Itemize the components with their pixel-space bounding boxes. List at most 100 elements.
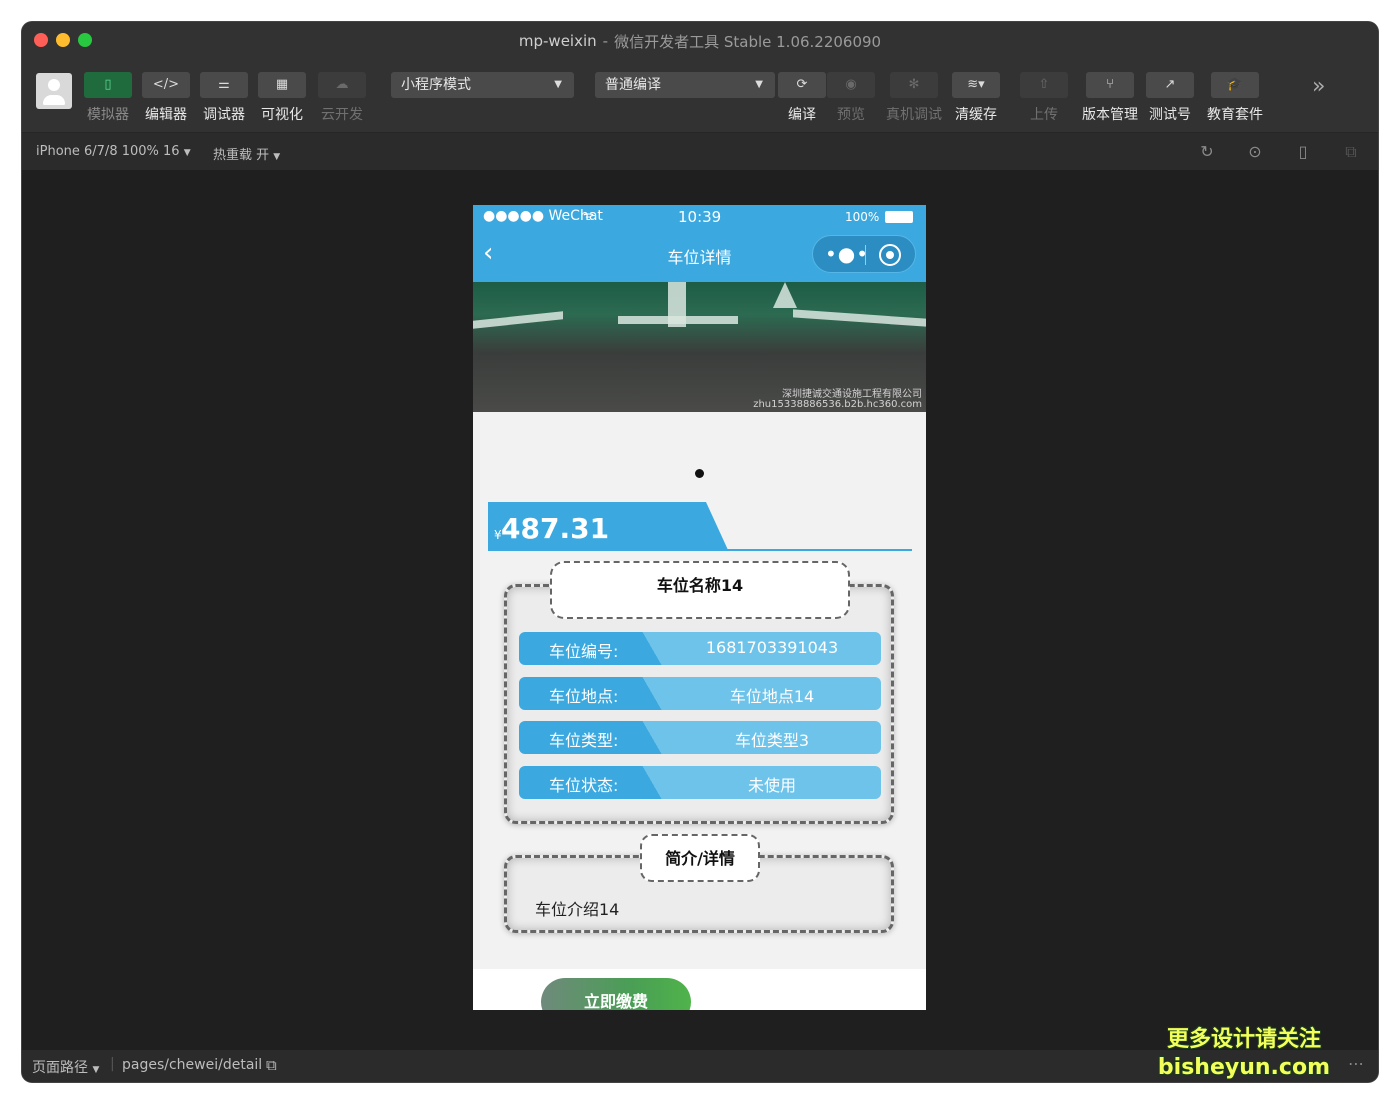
rotate-icon[interactable]: ↻ bbox=[1198, 143, 1216, 161]
window-controls bbox=[34, 33, 92, 47]
more-chevrons-icon[interactable]: » bbox=[1312, 74, 1325, 99]
phone-status-bar: ●●●●● WeChat ᯤ 10:39 100% bbox=[473, 205, 926, 227]
simulator-button[interactable]: ▯ 模拟器 bbox=[84, 72, 132, 124]
phone-outline-icon[interactable]: ▯ bbox=[1294, 143, 1312, 161]
parking-arrow bbox=[773, 282, 797, 308]
copy-icon[interactable]: ⧉ bbox=[266, 1056, 277, 1074]
compile-mode-select[interactable]: 普通编译 ▼ bbox=[595, 72, 775, 98]
devtools-window: mp-weixin - 微信开发者工具 Stable 1.06.2206090 … bbox=[22, 22, 1378, 1082]
user-avatar[interactable] bbox=[36, 73, 72, 109]
preview-label: 预览 bbox=[837, 107, 865, 123]
field-key: 车位编号: bbox=[549, 642, 619, 661]
carousel-dot[interactable] bbox=[695, 469, 704, 478]
bug-icon: ✻ bbox=[890, 72, 938, 98]
clock-text: 10:39 bbox=[678, 208, 722, 226]
debugger-label: 调试器 bbox=[203, 107, 245, 123]
field-value: 车位地点14 bbox=[729, 687, 815, 706]
intro-text: 车位介绍14 bbox=[535, 900, 620, 919]
promo-line: bisheyun.com bbox=[1157, 1055, 1330, 1080]
hot-reload-value: 热重载 开 bbox=[213, 148, 270, 163]
phone-nav-bar: ‹ 车位详情 •●• bbox=[473, 227, 926, 282]
banner-watermark: 深圳捷诚交通设施工程有限公司 zhu15338886536.b2b.hc360.… bbox=[753, 390, 922, 410]
spot-name: 车位名称14 bbox=[656, 576, 744, 595]
remote-debug-button[interactable]: ✻ 真机调试 bbox=[886, 72, 942, 124]
compile-button[interactable]: ⟳ 编译 bbox=[778, 72, 826, 124]
compile-mode-value: 普通编译 bbox=[605, 77, 661, 93]
zoom-window-button[interactable] bbox=[78, 33, 92, 47]
editor-button[interactable]: </> 编辑器 bbox=[142, 72, 190, 124]
clear-cache-button[interactable]: ≋▾ 清缓存 bbox=[952, 72, 1000, 124]
more-dots-icon[interactable]: •●• bbox=[825, 242, 869, 266]
layers-icon: ≋▾ bbox=[952, 72, 1000, 98]
education-button[interactable]: 🎓 教育套件 bbox=[1207, 72, 1263, 124]
test-account-button[interactable]: ↗ 测试号 bbox=[1146, 72, 1194, 124]
cloud-icon: ☁ bbox=[318, 72, 366, 98]
record-icon[interactable]: ⊙ bbox=[1246, 143, 1264, 161]
remote-debug-label: 真机调试 bbox=[886, 107, 942, 123]
capsule-divider bbox=[865, 245, 866, 265]
upload-button[interactable]: ⇧ 上传 bbox=[1020, 72, 1068, 124]
field-value: 1681703391043 bbox=[705, 638, 839, 657]
external-link-icon: ↗ bbox=[1146, 72, 1194, 98]
editor-label: 编辑器 bbox=[145, 107, 187, 123]
field-row-location: 车位地点: 车位地点14 bbox=[519, 677, 881, 710]
sliders-icon: ⚌ bbox=[200, 72, 248, 98]
device-select-value: iPhone 6/7/8 100% 16 bbox=[36, 144, 180, 159]
field-row-type: 车位类型: 车位类型3 bbox=[519, 721, 881, 754]
close-target-icon[interactable] bbox=[879, 244, 901, 266]
field-value: 车位类型3 bbox=[734, 731, 810, 750]
version-label: 版本管理 bbox=[1082, 107, 1138, 123]
battery-percent: 100% bbox=[845, 210, 880, 224]
caret-down-icon: ▼ bbox=[755, 79, 763, 90]
phone-icon: ▯ bbox=[84, 72, 132, 98]
caret-down-icon: ▼ bbox=[183, 148, 191, 158]
field-row-status: 车位状态: 未使用 bbox=[519, 766, 881, 799]
branch-icon: ⑂ bbox=[1086, 72, 1134, 98]
device-select[interactable]: iPhone 6/7/8 100% 16 ▼ bbox=[36, 144, 191, 159]
eye-icon: ◉ bbox=[827, 72, 875, 98]
simulator-label: 模拟器 bbox=[87, 107, 129, 123]
education-label: 教育套件 bbox=[1207, 107, 1263, 123]
phone-simulator: ●●●●● WeChat ᯤ 10:39 100% ‹ 车位详情 •●• 深圳捷… bbox=[473, 205, 926, 1010]
visual-button[interactable]: ▦ 可视化 bbox=[258, 72, 306, 124]
mode-select-value: 小程序模式 bbox=[401, 77, 471, 93]
intro-title: 简介/详情 bbox=[665, 849, 735, 868]
upload-icon: ⇧ bbox=[1020, 72, 1068, 98]
parking-banner-image[interactable]: 深圳捷诚交通设施工程有限公司 zhu15338886536.b2b.hc360.… bbox=[473, 282, 926, 412]
cloud-button[interactable]: ☁ 云开发 bbox=[318, 72, 366, 124]
version-button[interactable]: ⑂ 版本管理 bbox=[1082, 72, 1138, 124]
code-icon: </> bbox=[142, 72, 190, 98]
page-path-select[interactable]: 页面路径 ▼ bbox=[32, 1057, 99, 1077]
caret-down-icon: ▼ bbox=[273, 152, 281, 162]
preview-button[interactable]: ◉ 预览 bbox=[827, 72, 875, 124]
debugger-button[interactable]: ⚌ 调试器 bbox=[200, 72, 248, 124]
miniprogram-capsule: •●• bbox=[812, 235, 916, 273]
graduation-cap-icon: 🎓 bbox=[1211, 72, 1259, 98]
pay-now-button[interactable]: 立即缴费 bbox=[541, 978, 691, 1010]
close-window-button[interactable] bbox=[34, 33, 48, 47]
mode-select[interactable]: 小程序模式 ▼ bbox=[391, 72, 574, 98]
hot-reload-toggle[interactable]: 热重载 开 ▼ bbox=[213, 144, 280, 163]
field-key: 车位地点: bbox=[549, 687, 619, 706]
title-bar: mp-weixin - 微信开发者工具 Stable 1.06.2206090 bbox=[22, 22, 1378, 60]
caret-down-icon: ▼ bbox=[554, 79, 562, 90]
spot-name-tag: 车位名称14 bbox=[550, 561, 850, 619]
detach-window-icon[interactable]: ⧉ bbox=[1342, 143, 1360, 161]
price-underline bbox=[488, 549, 912, 551]
page-path-label: 页面路径 bbox=[32, 1060, 88, 1076]
upload-label: 上传 bbox=[1030, 107, 1058, 123]
field-row-number: 车位编号: 1681703391043 bbox=[519, 632, 881, 665]
field-value: 未使用 bbox=[747, 776, 796, 795]
window-subtitle: 微信开发者工具 Stable 1.06.2206090 bbox=[614, 32, 882, 51]
more-horizontal-icon[interactable]: ⋯ bbox=[1348, 1054, 1364, 1073]
compile-label: 编译 bbox=[788, 107, 816, 123]
visual-label: 可视化 bbox=[261, 107, 303, 123]
toolbar: ▯ 模拟器 </> 编辑器 ⚌ 调试器 ▦ 可视化 ☁ 云开发 小程序模式 ▼ … bbox=[22, 60, 1378, 132]
minimize-window-button[interactable] bbox=[56, 33, 70, 47]
intro-title-tag: 简介/详情 bbox=[640, 834, 760, 882]
divider: | bbox=[110, 1056, 115, 1072]
parking-line bbox=[473, 311, 563, 329]
parking-line bbox=[793, 309, 926, 327]
parking-line bbox=[618, 316, 738, 324]
promo-watermark: 更多设计请关注 bisheyun.com bbox=[1158, 1026, 1330, 1082]
